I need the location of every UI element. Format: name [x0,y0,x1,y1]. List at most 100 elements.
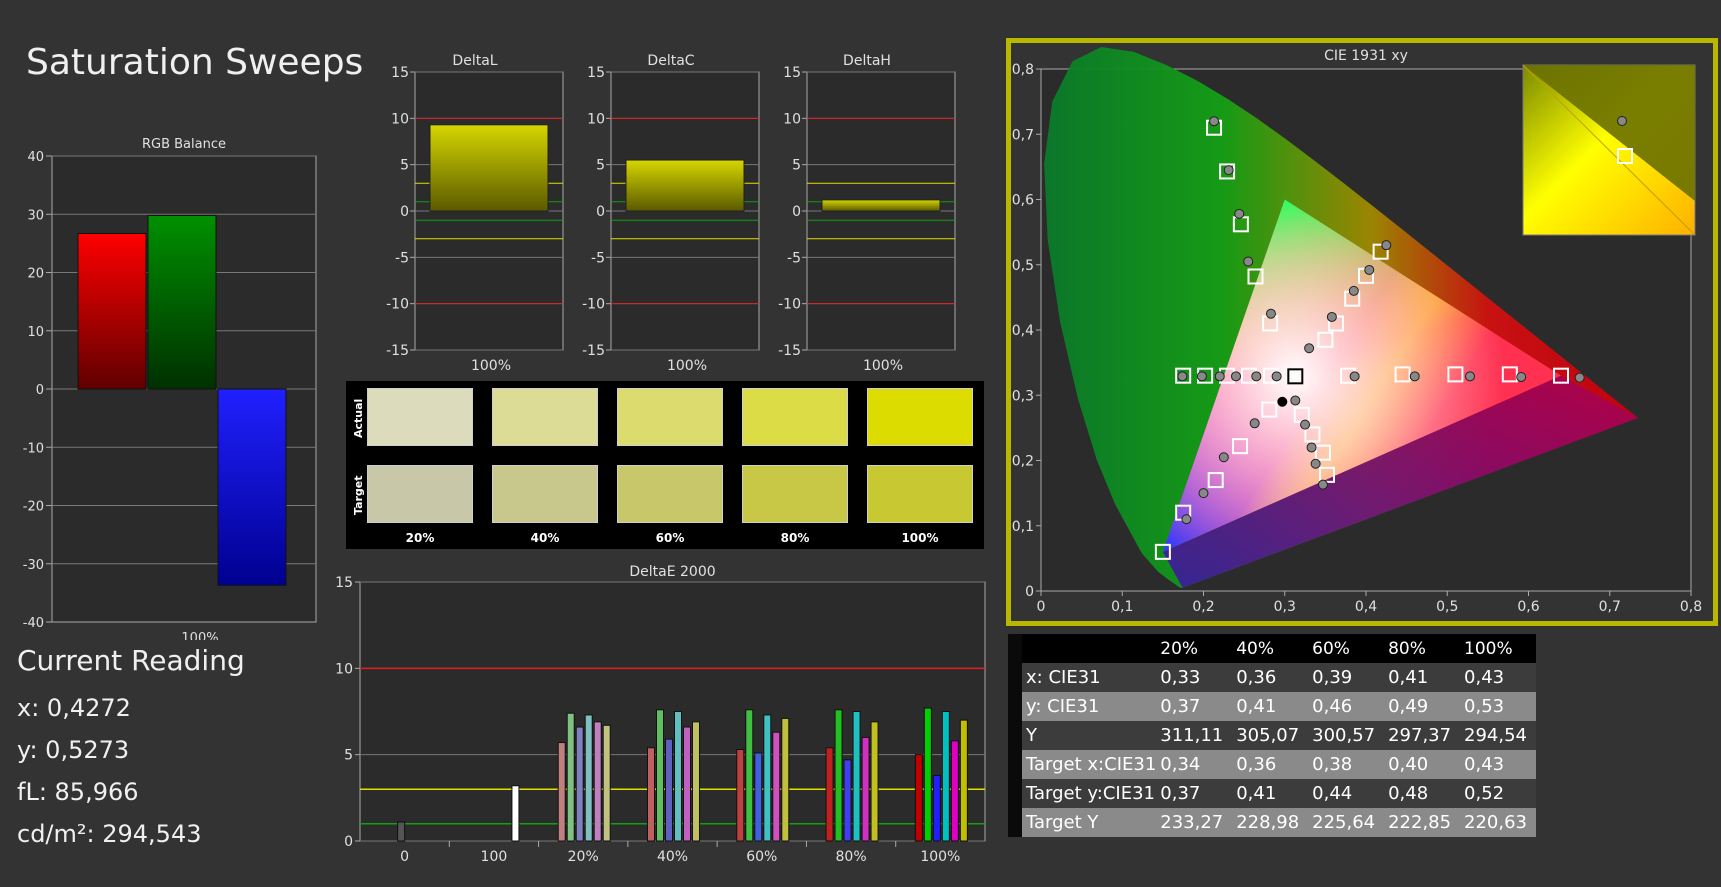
bar-value [429,124,549,212]
bar-value [870,721,879,842]
y-tick-label: -10 [23,441,44,456]
reading-x: x: 0,4272 [17,694,131,722]
row-label-actual: Actual [352,398,365,438]
actual-point [1381,240,1392,251]
table-row: Y 311,11 305,07 300,57 297,37 294,54 [1008,721,1536,750]
y-tick-label: -20 [23,500,44,515]
actual-point [1349,371,1360,382]
actual-point [1290,395,1301,406]
reading-y: y: 0,5273 [17,736,130,764]
actual-point [1364,264,1375,275]
y-tick-label: 40 [27,150,44,165]
bar-value [557,742,566,842]
y-tick-label: 5 [400,158,409,174]
x-tick-label: 0,5 [1436,599,1458,615]
reading-cdm2: cd/m²: 294,543 [17,820,202,848]
x-tick-label: 0,3 [1274,599,1296,615]
y-tick-label: 10 [335,661,353,677]
y-tick-label: -40 [23,616,44,631]
bar-value [923,707,932,842]
table-cell: 0,36 [1232,663,1309,692]
reading-fl: fL: 85,966 [17,778,139,806]
table-cell: 0,48 [1384,779,1461,808]
bar-value [941,711,950,842]
swatch-target [367,465,473,523]
y-tick-label: 0,7 [1012,127,1034,143]
actual-point [1251,371,1262,382]
swatch-actual [617,388,723,446]
cie-1931-chart: CIE 1931 xy 0 0,1 0,2 0,3 0,4 0,5 0,6 0,7 0,8 0 0,1… [1012,46,1702,615]
row-label: x: CIE31 [1022,663,1157,692]
bar-value [843,759,852,842]
table-cell: 297,37 [1384,721,1461,750]
table-row: Target Y 233,27 228,98 225,64 222,85 220,63 [1008,808,1536,837]
table-row: y: CIE31 0,37 0,41 0,46 0,49 0,53 [1008,692,1536,721]
bar-value [575,726,584,842]
bar-value [772,731,781,842]
actual-point [1181,514,1192,525]
table-cell: 0,37 [1156,779,1233,808]
table-cell: 0,41 [1232,779,1309,808]
actual-point [1234,208,1245,219]
table-cell: 0,36 [1232,750,1309,779]
y-tick-label: 0 [344,834,353,850]
row-label-target: Target [352,475,365,515]
actual-point [1310,458,1321,469]
x-tick-label: 100% [181,631,218,640]
bar-value [602,724,611,842]
actual-point [1409,371,1420,382]
y-tick-label: -15 [386,343,409,359]
chart-title: CIE 1931 xy [1324,48,1408,64]
page-title: Saturation Sweeps [26,42,364,83]
x-tick-label: 100 [481,849,508,865]
bar-value [584,714,593,842]
actual-point [1317,479,1328,490]
y-tick-label: 0,6 [1012,193,1034,209]
table-cell: 0,37 [1156,692,1233,721]
chart-title: DeltaE 2000 [629,564,715,580]
table-cell: 311,11 [1156,721,1233,750]
x-tick-label: 0 [400,849,409,865]
y-tick-label: 10 [587,111,605,127]
swatch-actual [742,388,848,446]
bar-value [932,774,941,842]
y-tick-label: -5 [395,250,409,266]
actual-point [1231,371,1241,382]
bar-value [825,747,834,842]
row-gutter [1008,634,1022,663]
x-tick-label: 100% [667,358,707,370]
table-header: 40% [1232,634,1309,663]
y-tick-label: -5 [787,250,801,266]
y-tick-label: 5 [792,158,801,174]
table-cell: 0,52 [1460,779,1536,808]
bar-value [397,821,406,842]
table-header: 60% [1308,634,1385,663]
x-tick-label: 0,6 [1517,599,1539,615]
y-tick-label: 15 [587,65,605,81]
table-row: Target y:CIE31 0,37 0,41 0,44 0,48 0,52 [1008,779,1536,808]
table-cell: 0,44 [1308,779,1385,808]
bar-value [861,736,870,842]
x-tick-label: 100% [471,358,511,370]
bar-value [593,721,602,842]
actual-point [1196,371,1207,382]
y-tick-label: 20 [27,267,44,282]
swatch-label: 20% [405,531,435,545]
table-header: 80% [1384,634,1461,663]
row-label: Target x:CIE31 [1022,750,1157,779]
y-tick-label: 0 [1025,584,1034,600]
table-cell: 0,53 [1460,692,1536,721]
swatch-label: 60% [655,531,685,545]
row-gutter [1008,663,1022,692]
actual-point [1326,311,1337,322]
actual-point [1306,442,1317,453]
bar-value [683,726,691,842]
actual-point [1223,165,1234,176]
y-tick-label: 0 [400,204,409,220]
x-tick-label: 100% [863,358,903,370]
y-tick-label: -10 [582,297,605,313]
chart-title: DeltaL [452,53,497,69]
bar-value [566,712,575,842]
bar-value [625,159,745,212]
actual-point [1304,343,1315,354]
